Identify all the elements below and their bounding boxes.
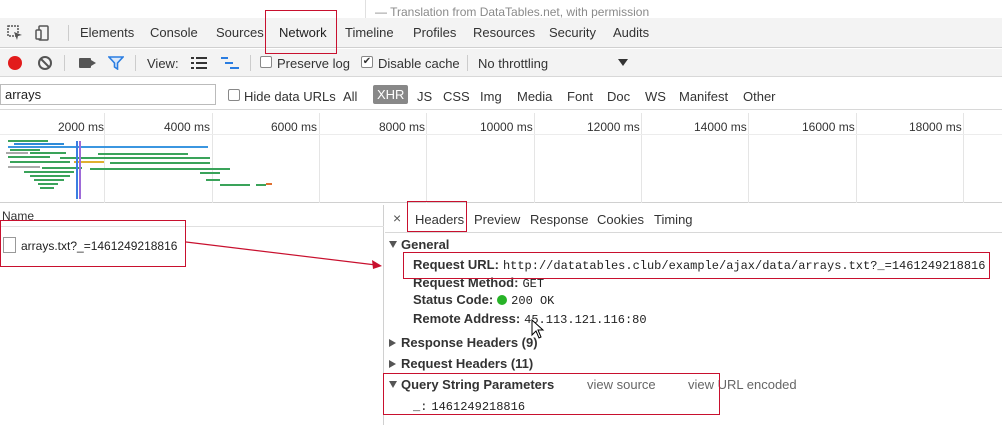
tab-timing[interactable]: Timing [654, 212, 693, 227]
tab-audits[interactable]: Audits [613, 25, 649, 40]
section-title: Response Headers (9) [401, 335, 538, 350]
inspect-element-icon[interactable] [7, 25, 23, 41]
triangle-down-icon [389, 241, 397, 248]
tab-security[interactable]: Security [549, 25, 596, 40]
filter-type-media[interactable]: Media [517, 89, 552, 104]
filter-input[interactable] [0, 84, 216, 105]
status-code-key: Status Code: [413, 292, 494, 307]
triangle-right-icon [389, 339, 396, 347]
filter-type-doc[interactable]: Doc [607, 89, 630, 104]
annotation-box-headers-tab [407, 201, 467, 232]
filter-type-manifest[interactable]: Manifest [679, 89, 728, 104]
tick-label: 16000 ms [802, 120, 855, 134]
tick-label: 6000 ms [271, 120, 318, 134]
annotation-box-network-tab [265, 10, 337, 54]
status-code-value: 200 OK [511, 294, 555, 308]
tick-label: 10000 ms [480, 120, 533, 134]
annotation-box-query-string [383, 373, 720, 415]
mouse-cursor-icon [531, 319, 545, 339]
tab-response[interactable]: Response [530, 212, 589, 227]
tick-label: 2000 ms [58, 120, 105, 134]
waterfall-view-icon[interactable] [221, 57, 239, 69]
tab-elements[interactable]: Elements [80, 25, 134, 40]
tick-label: 14000 ms [694, 120, 747, 134]
request-headers-section-header[interactable]: Request Headers (11) [389, 356, 533, 371]
details-tab-bar: × Headers Preview Response Cookies Timin… [385, 205, 1002, 233]
filter-type-js[interactable]: JS [417, 89, 432, 104]
request-method-value: GET [522, 277, 545, 291]
devtools-tab-bar: Elements Console Sources Network Timelin… [0, 18, 1002, 48]
tab-console[interactable]: Console [150, 25, 198, 40]
disable-cache-checkbox[interactable]: ✔ [361, 56, 373, 68]
tab-sources[interactable]: Sources [216, 25, 264, 40]
capture-screenshots-icon[interactable] [79, 58, 96, 68]
section-title: General [401, 237, 450, 252]
filter-type-ws[interactable]: WS [645, 89, 666, 104]
close-icon[interactable]: × [393, 210, 401, 226]
timeline-ruler: 2000 ms 4000 ms 6000 ms 8000 ms 10000 ms… [0, 113, 1002, 135]
tick-label: 18000 ms [909, 120, 962, 134]
general-section-header[interactable]: General [389, 237, 449, 252]
list-view-icon[interactable] [191, 57, 207, 69]
chevron-down-icon[interactable] [618, 59, 628, 66]
filter-type-other[interactable]: Other [743, 89, 776, 104]
toolbar-separator [250, 55, 251, 71]
annotation-box-request-url [403, 252, 990, 279]
page-background-strip: — Translation from DataTables.net, with … [365, 0, 1002, 20]
filter-type-all[interactable]: All [343, 89, 357, 104]
network-toolbar: View: Preserve log ✔ Disable cache No th… [0, 49, 1002, 77]
tab-profiles[interactable]: Profiles [413, 25, 456, 40]
tab-preview[interactable]: Preview [474, 212, 520, 227]
view-label: View: [147, 56, 179, 71]
filter-type-img[interactable]: Img [480, 89, 502, 104]
hide-data-urls-label: Hide data URLs [244, 89, 336, 104]
filter-bar: Hide data URLs All XHR JS CSS Img Media … [0, 80, 1002, 110]
device-mode-icon[interactable] [35, 25, 51, 41]
response-headers-section-header[interactable]: Response Headers (9) [389, 335, 538, 350]
tab-timeline[interactable]: Timeline [345, 25, 394, 40]
section-title: Request Headers (11) [401, 356, 534, 371]
page-divider [365, 0, 366, 20]
tab-cookies[interactable]: Cookies [597, 212, 644, 227]
tick-label: 8000 ms [379, 120, 426, 134]
hide-data-urls-checkbox[interactable] [228, 89, 240, 101]
filter-icon[interactable] [108, 56, 124, 70]
toolbar-separator [64, 55, 65, 71]
status-dot-icon [497, 295, 508, 305]
filter-type-css[interactable]: CSS [443, 89, 470, 104]
toolbar-separator [135, 55, 136, 71]
disable-cache-label: Disable cache [378, 56, 460, 71]
preserve-log-label: Preserve log [277, 56, 350, 71]
record-button[interactable] [8, 56, 22, 70]
status-code-row: Status Code: 200 OK [413, 292, 554, 308]
clear-button[interactable] [38, 56, 52, 70]
remote-address-row: Remote Address: 45.113.121.116:80 [413, 311, 647, 327]
annotation-box-request-row [0, 220, 186, 267]
throttling-select[interactable]: No throttling [478, 56, 548, 71]
tab-separator [68, 25, 69, 41]
remote-address-key: Remote Address: [413, 311, 521, 326]
timeline-overview[interactable]: 2000 ms 4000 ms 6000 ms 8000 ms 10000 ms… [0, 113, 1002, 203]
tab-resources[interactable]: Resources [473, 25, 535, 40]
preserve-log-checkbox[interactable] [260, 56, 272, 68]
annotation-arrow [186, 241, 382, 269]
tick-label: 12000 ms [587, 120, 640, 134]
toolbar-separator [467, 55, 468, 71]
filter-type-font[interactable]: Font [567, 89, 593, 104]
filter-type-xhr[interactable]: XHR [373, 85, 409, 104]
page-caption: — Translation from DataTables.net, with … [375, 5, 650, 19]
tick-label: 4000 ms [164, 120, 211, 134]
triangle-right-icon [389, 360, 396, 368]
